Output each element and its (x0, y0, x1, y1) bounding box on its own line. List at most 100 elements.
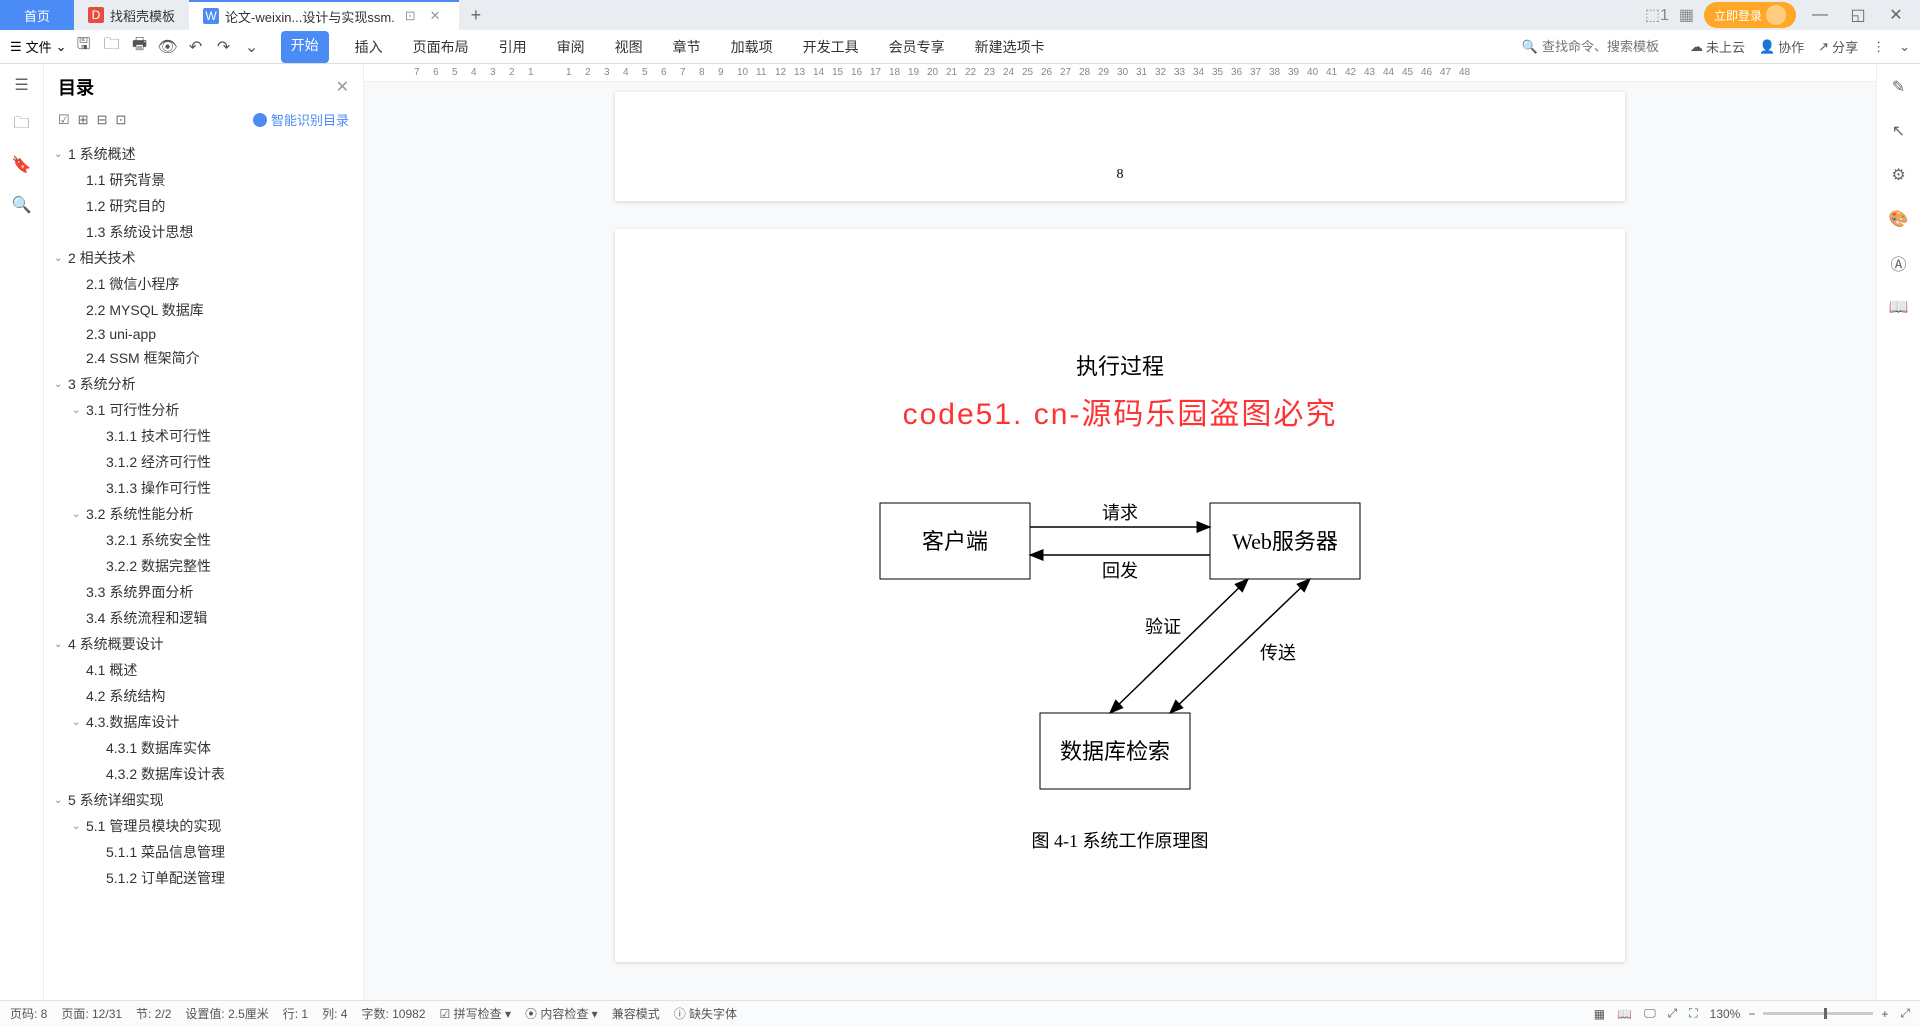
apps-icon[interactable]: ▦ (1679, 5, 1694, 25)
outline-item[interactable]: ⌄3.1 可行性分析 (52, 397, 355, 423)
view-read-icon[interactable]: 📖 (1617, 1007, 1632, 1021)
search-icon[interactable]: 🔍 (11, 194, 33, 216)
outline-item[interactable]: ⌄1 系统概述 (52, 141, 355, 167)
ribbon-tab[interactable]: 引用 (495, 31, 531, 63)
outline-item[interactable]: 2.4 SSM 框架简介 (52, 345, 355, 371)
redo-icon[interactable]: ↷ (215, 38, 233, 56)
save-as-icon[interactable]: 🗀 (103, 38, 121, 56)
collapse-ribbon-icon[interactable]: ⌄ (1899, 39, 1910, 55)
outline-item[interactable]: 2.3 uni-app (52, 323, 355, 345)
outline-item[interactable]: 3.1.2 经济可行性 (52, 449, 355, 475)
command-search[interactable]: 🔍 (1522, 39, 1662, 55)
tab-document[interactable]: W 论文-weixin...设计与实现ssm. ⊡ ✕ (189, 0, 459, 30)
outline-item[interactable]: ⌄5 系统详细实现 (52, 787, 355, 813)
outline-item[interactable]: 2.1 微信小程序 (52, 271, 355, 297)
outline-item[interactable]: 5.1.2 订单配送管理 (52, 865, 355, 891)
cloud-status[interactable]: ☁未上云 (1690, 37, 1745, 56)
outline-item[interactable]: 1.3 系统设计思想 (52, 219, 355, 245)
outline-item[interactable]: 2.2 MYSQL 数据库 (52, 297, 355, 323)
ribbon-tab[interactable]: 插入 (351, 31, 387, 63)
outline-item[interactable]: 4.1 概述 (52, 657, 355, 683)
undo-icon[interactable]: ↶ (187, 38, 205, 56)
share-button[interactable]: ↗分享 (1818, 37, 1858, 56)
outline-item[interactable]: ⌄3 系统分析 (52, 371, 355, 397)
expand-icon[interactable]: ⊞ (78, 112, 89, 128)
outline-icon[interactable]: ☰ (11, 74, 33, 96)
select-icon[interactable]: ↖ (1888, 120, 1910, 142)
login-button[interactable]: 立即登录 (1704, 2, 1796, 28)
zoom-control[interactable]: 130% − + (1710, 1007, 1889, 1021)
ribbon-tab[interactable]: 视图 (611, 31, 647, 63)
outline-item[interactable]: 3.2.1 系统安全性 (52, 527, 355, 553)
status-page-no[interactable]: 页码: 8 (10, 1005, 47, 1022)
status-spellcheck[interactable]: ☑ 拼写检查 ▾ (440, 1005, 511, 1022)
file-menu[interactable]: ☰ 文件 ⌄ (10, 37, 67, 56)
status-missing-font[interactable]: ⓘ 缺失字体 (674, 1005, 737, 1022)
zoom-in-icon[interactable]: + (1881, 1007, 1888, 1021)
ribbon-tab[interactable]: 章节 (669, 31, 705, 63)
sidebar-close-icon[interactable]: ✕ (336, 77, 349, 97)
tab-home[interactable]: 首页 (0, 0, 74, 30)
collab-button[interactable]: 👤协作 (1759, 37, 1804, 56)
outline-item[interactable]: 3.2.2 数据完整性 (52, 553, 355, 579)
status-col[interactable]: 列: 4 (322, 1005, 347, 1022)
outline-item[interactable]: ⌄2 相关技术 (52, 245, 355, 271)
style-icon[interactable]: 🎨 (1888, 208, 1910, 230)
layout-icon[interactable]: ⬚1 (1645, 5, 1669, 25)
folder-icon[interactable]: 🗀 (11, 114, 33, 136)
outline-item[interactable]: ⌄4.3.数据库设计 (52, 709, 355, 735)
view-web-icon[interactable]: 🖵 (1644, 1006, 1656, 1021)
status-section[interactable]: 节: 2/2 (136, 1005, 171, 1022)
outline-item[interactable]: ⌄4 系统概要设计 (52, 631, 355, 657)
close-icon[interactable]: ✕ (1882, 1, 1910, 29)
outline-item[interactable]: 4.3.2 数据库设计表 (52, 761, 355, 787)
minimize-icon[interactable]: — (1806, 1, 1834, 29)
outline-item[interactable]: 4.3.1 数据库实体 (52, 735, 355, 761)
preview-icon[interactable]: 👁 (159, 38, 177, 56)
checkbox-icon[interactable]: ☑ (58, 112, 70, 128)
refresh-icon[interactable]: ⊡ (115, 112, 126, 128)
reading-icon[interactable]: 📖 (1888, 296, 1910, 318)
ribbon-tab[interactable]: 新建选项卡 (971, 31, 1049, 63)
smart-outline-button[interactable]: 智能识别目录 (253, 110, 349, 129)
fit-icon[interactable]: ⛶ (1689, 1006, 1697, 1021)
horizontal-ruler[interactable]: 7654321 12345678910111213141516171819202… (364, 64, 1876, 82)
outline-item[interactable]: 3.1.1 技术可行性 (52, 423, 355, 449)
tab-templates[interactable]: D 找稻壳模板 (74, 0, 189, 30)
outline-item[interactable]: 5.1.1 菜品信息管理 (52, 839, 355, 865)
pen-icon[interactable]: ✎ (1888, 76, 1910, 98)
print-icon[interactable]: 🖶 (131, 38, 149, 56)
zoom-slider[interactable] (1763, 1012, 1873, 1015)
view-print-icon[interactable]: ▦ (1594, 1007, 1605, 1021)
collapse-icon[interactable]: ⊟ (97, 112, 108, 128)
more-icon[interactable]: ⋮ (1872, 39, 1885, 55)
search-input[interactable] (1542, 39, 1662, 54)
status-content-check[interactable]: ⦿ 内容检查 ▾ (525, 1005, 598, 1022)
status-row[interactable]: 行: 1 (283, 1005, 308, 1022)
status-compat[interactable]: 兼容模式 (612, 1005, 660, 1022)
view-outline-icon[interactable]: ⤢ (1668, 1006, 1678, 1021)
outline-item[interactable]: 3.3 系统界面分析 (52, 579, 355, 605)
maximize-icon[interactable]: ◱ (1844, 1, 1872, 29)
outline-item[interactable]: 1.1 研究背景 (52, 167, 355, 193)
tab-close-icon[interactable]: ✕ (426, 8, 445, 24)
tab-unpin-icon[interactable]: ⊡ (401, 8, 420, 24)
settings-sliders-icon[interactable]: ⚙ (1888, 164, 1910, 186)
new-tab-button[interactable]: + (459, 5, 494, 26)
page-scroll[interactable]: 8 执行过程 code51. cn-源码乐园盗图必究 客户端 (364, 82, 1876, 1000)
ribbon-tab[interactable]: 开始 (281, 31, 329, 63)
ribbon-tab[interactable]: 加载项 (727, 31, 777, 63)
ribbon-tab[interactable]: 会员专享 (885, 31, 949, 63)
outline-item[interactable]: ⌄3.2 系统性能分析 (52, 501, 355, 527)
status-setting[interactable]: 设置值: 2.5厘米 (185, 1005, 268, 1022)
zoom-out-icon[interactable]: − (1748, 1007, 1755, 1021)
outline-item[interactable]: 4.2 系统结构 (52, 683, 355, 709)
chevron-down-icon[interactable]: ⌄ (243, 38, 261, 56)
ribbon-tab[interactable]: 审阅 (553, 31, 589, 63)
fullscreen-icon[interactable]: ⤢ (1900, 1006, 1910, 1021)
outline-item[interactable]: 3.4 系统流程和逻辑 (52, 605, 355, 631)
status-pages[interactable]: 页面: 12/31 (61, 1005, 122, 1022)
status-words[interactable]: 字数: 10982 (361, 1005, 425, 1022)
ribbon-tab[interactable]: 页面布局 (409, 31, 473, 63)
bookmark-icon[interactable]: 🔖 (11, 154, 33, 176)
